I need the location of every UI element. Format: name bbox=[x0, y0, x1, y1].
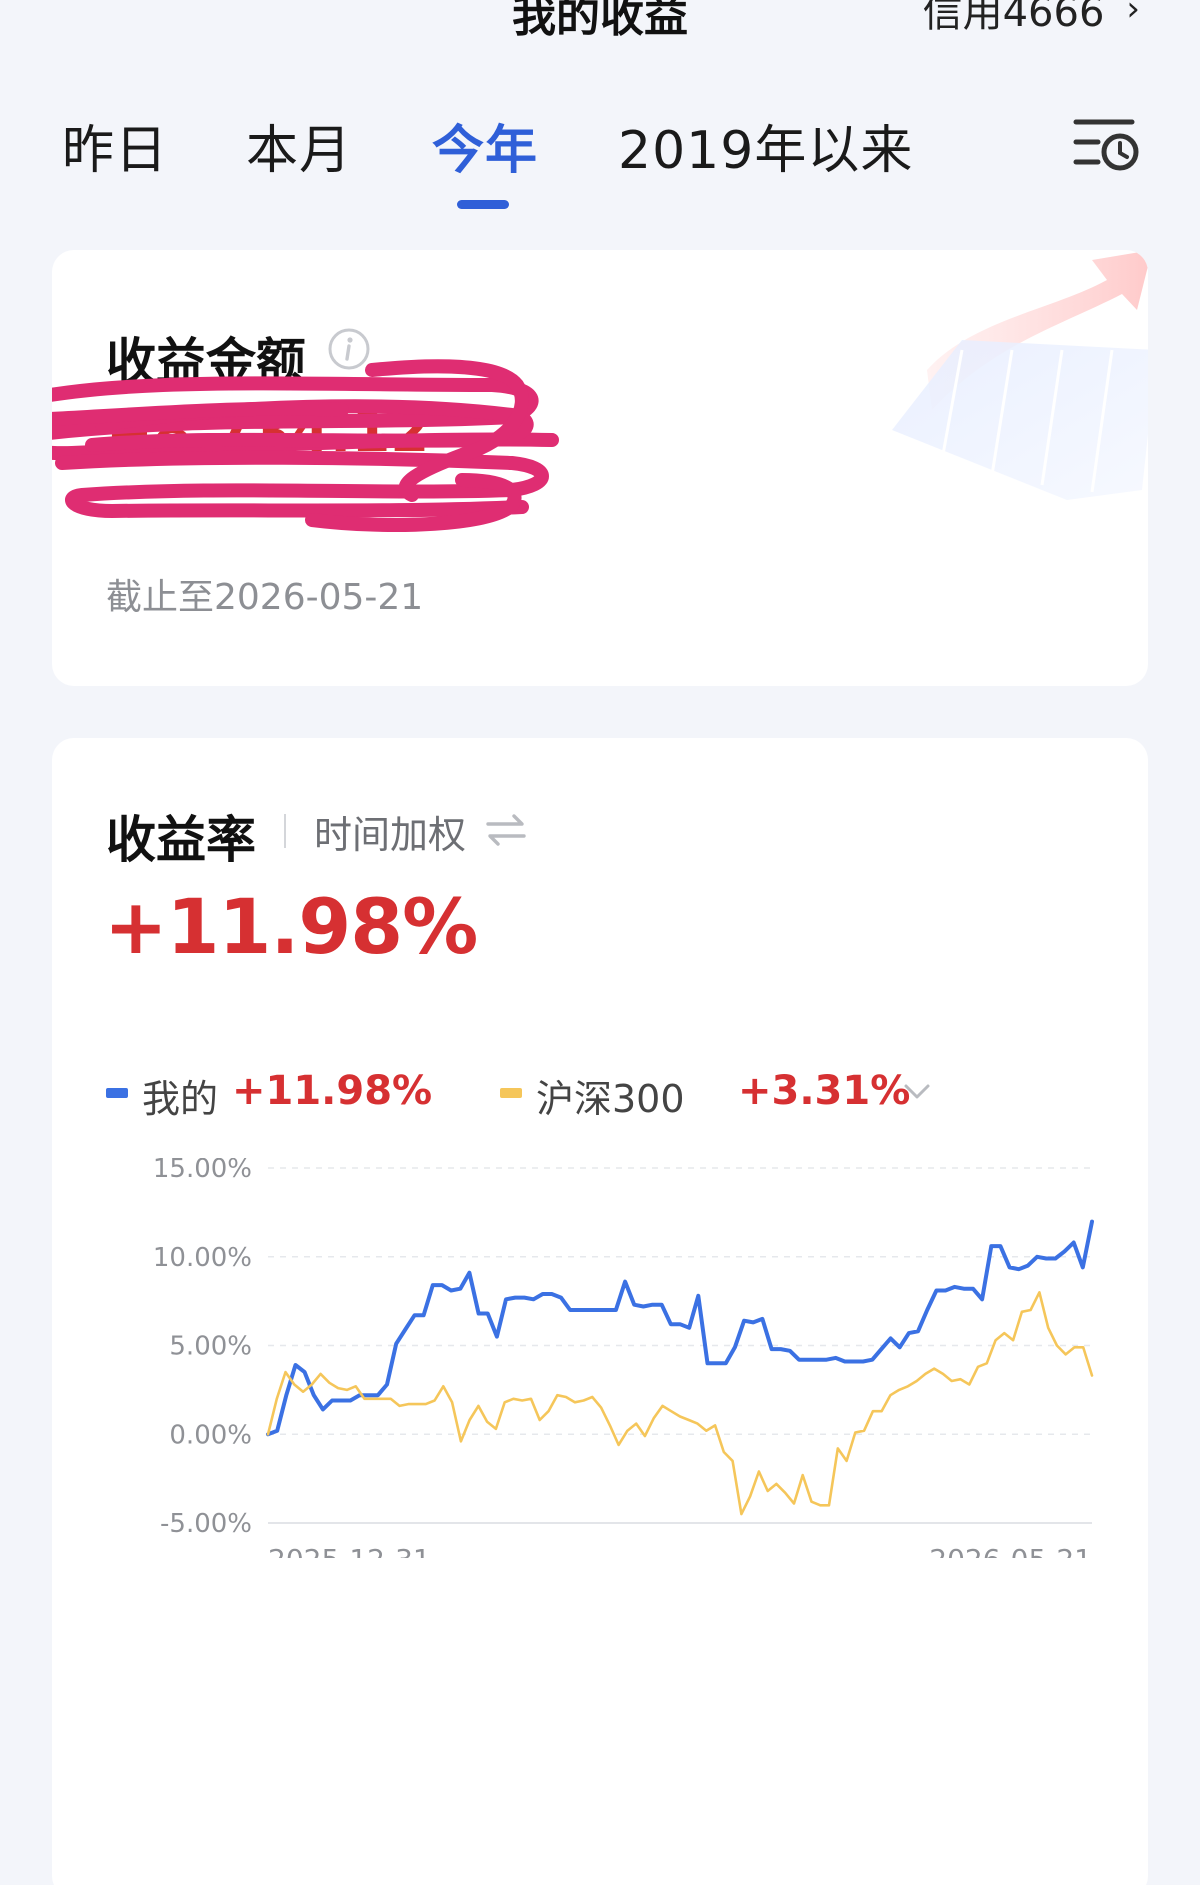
bottom-sheet-edge bbox=[150, 1872, 1050, 1885]
growth-arrow-illustration bbox=[892, 250, 1148, 500]
top-nav-bar: 我的收益 信用4666 › bbox=[0, 0, 1200, 40]
tab-yesterday[interactable]: 昨日 bbox=[62, 108, 168, 183]
y-tick-label: 10.00% bbox=[153, 1243, 252, 1273]
tab-since-2019[interactable]: 2019年以来 bbox=[618, 108, 913, 183]
legend-label-index: 沪深300 bbox=[536, 1077, 685, 1121]
redaction-scribble bbox=[52, 359, 559, 532]
legend-value-mine: +11.98% bbox=[232, 1068, 433, 1114]
benchmark-dropdown-icon[interactable] bbox=[902, 1078, 932, 1104]
y-tick-label: 15.00% bbox=[153, 1158, 252, 1184]
return-rate-chart: 15.00% 10.00% 5.00% 0.00% -5.00% 2025-12-31 20… bbox=[153, 1158, 1094, 1558]
as-of-date: 截止至2026-05-21 bbox=[106, 577, 424, 618]
legend-swatch-index bbox=[500, 1088, 522, 1098]
return-rate-title: 收益率 bbox=[106, 811, 256, 869]
series-line-mine bbox=[266, 1219, 1094, 1437]
period-tabs: 昨日 本月 今年 2019年以来 bbox=[0, 108, 1200, 209]
swap-icon[interactable] bbox=[484, 810, 528, 850]
y-tick-label: -5.00% bbox=[160, 1509, 252, 1539]
legend-value-index: +3.31% bbox=[738, 1068, 911, 1114]
title-divider bbox=[284, 814, 286, 848]
tab-this-month[interactable]: 本月 bbox=[246, 108, 352, 183]
legend-label-mine: 我的 bbox=[142, 1077, 219, 1121]
account-switcher[interactable]: 信用4666 › bbox=[923, 0, 1140, 38]
account-label: 信用4666 bbox=[922, 0, 1105, 36]
earnings-amount-card: 收益金额 +8,734.12 截止至2026-05-21 bbox=[52, 250, 1148, 686]
tab-this-year[interactable]: 今年 bbox=[432, 108, 538, 183]
chevron-right-icon: › bbox=[1126, 0, 1140, 29]
legend-swatch-mine bbox=[106, 1088, 128, 1098]
x-tick-label-start: 2025-12-31 bbox=[268, 1543, 431, 1558]
chart-legend: 我的 +11.98% 沪深300 +3.31% bbox=[106, 1068, 1006, 1121]
return-rate-card: 收益率 时间加权 +11.98% 我的 +11.98% 沪深300 +3.31%… bbox=[52, 738, 1148, 1885]
time-weighted-toggle[interactable]: 时间加权 bbox=[314, 804, 466, 859]
x-tick-label-end: 2026-05-21 bbox=[929, 1543, 1092, 1558]
y-tick-label: 0.00% bbox=[169, 1420, 252, 1450]
y-tick-label: 5.00% bbox=[169, 1332, 252, 1362]
history-filter-icon[interactable] bbox=[1072, 114, 1142, 174]
return-rate-value: +11.98% bbox=[104, 882, 478, 971]
active-tab-indicator bbox=[457, 200, 509, 209]
